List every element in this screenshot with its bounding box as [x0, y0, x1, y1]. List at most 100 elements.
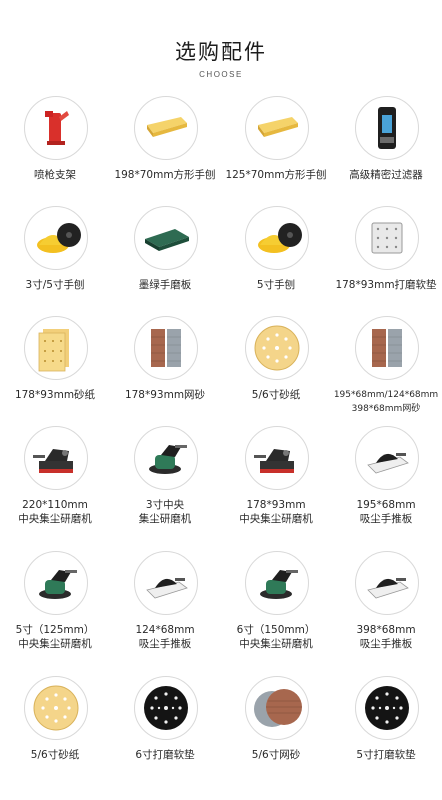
product-label: 178*93mm砂纸 — [0, 388, 116, 402]
product-thumbnail — [355, 676, 419, 740]
product-label-line: 178*93mm网砂 — [124, 389, 206, 401]
product-label-line: 398*68mm — [356, 624, 416, 636]
round-sanding-pad-icon — [365, 686, 409, 730]
product-thumbnail — [24, 316, 88, 380]
product-label: 3寸中央集尘研磨机 — [104, 498, 226, 526]
dust-hand-board-icon — [367, 453, 409, 474]
sanding-pad-icon — [371, 222, 403, 254]
mesh-sandpaper-icon — [151, 329, 181, 367]
product-thumbnail — [134, 206, 198, 270]
product-label-line: 178*93mm — [246, 499, 306, 511]
product-label: 墨绿手磨板 — [104, 278, 226, 292]
product-label: 125*70mm方形手刨 — [215, 168, 337, 182]
product-label-line: 吸尘手推板 — [138, 638, 192, 650]
product-thumbnail — [134, 316, 198, 380]
product-thumbnail — [24, 96, 88, 160]
product-label: 124*68mm 吸尘手推板 — [104, 623, 226, 651]
product-thumbnail — [134, 551, 198, 615]
product-thumbnail — [245, 96, 309, 160]
green-sanding-board-icon — [145, 229, 189, 251]
product-thumbnail — [245, 206, 309, 270]
product-label-line: 5/6寸砂纸 — [30, 749, 80, 761]
product-thumbnail — [355, 96, 419, 160]
product-thumbnail — [355, 551, 419, 615]
product-label-line: 3寸中央 — [145, 499, 185, 511]
round-hand-planer-icon — [37, 223, 81, 253]
product-thumbnail — [24, 676, 88, 740]
product-label: 195*68mm 吸尘手推板 — [325, 498, 442, 526]
product-label: 喷枪支架 — [0, 168, 116, 182]
product-label-line: 5/6寸网砂 — [251, 749, 301, 761]
round-sandpaper-icon — [33, 685, 79, 731]
accessory-grid: 喷枪支架 198*70mm方形手刨 125*70mm方形手刨 高级精密过滤器 3… — [0, 0, 442, 800]
product-label: 3寸/5寸手刨 — [0, 278, 116, 292]
product-label-line: 集尘研磨机 — [138, 513, 192, 525]
product-thumbnail — [24, 426, 88, 490]
round-mesh-sandpaper-icon — [254, 689, 302, 727]
orbital-sander-icon — [260, 570, 298, 599]
product-label: 178*93mm打磨软垫 — [325, 278, 442, 292]
product-label-line: 墨绿手磨板 — [138, 279, 192, 291]
product-label: 178*93mm网砂 — [104, 388, 226, 402]
product-label-line: 5寸（125mm） — [15, 624, 95, 636]
product-label: 195*68mm/124*68mm 398*68mm网砂 — [325, 388, 442, 416]
product-label-line: 喷枪支架 — [34, 169, 76, 181]
product-label-line: 398*68mm网砂 — [351, 404, 421, 414]
product-label-line: 5寸手刨 — [256, 279, 296, 291]
product-label-line: 中央集尘研磨机 — [239, 638, 313, 650]
sander-machine-icon — [254, 449, 294, 473]
orbital-sander-icon — [149, 445, 187, 474]
product-label-line: 3寸/5寸手刨 — [25, 279, 85, 291]
round-sandpaper-icon — [254, 325, 300, 371]
product-label-line: 吸尘手推板 — [359, 638, 413, 650]
rectangular-hand-planer-icon — [258, 117, 298, 137]
sander-machine-icon — [33, 449, 73, 473]
product-label: 6寸（150mm） 中央集尘研磨机 — [215, 623, 337, 651]
product-thumbnail — [24, 206, 88, 270]
round-sanding-pad-icon — [144, 686, 188, 730]
product-label-line: 195*68mm/124*68mm — [333, 390, 439, 400]
product-label: 220*110mm 中央集尘研磨机 — [0, 498, 116, 526]
product-label: 178*93mm 中央集尘研磨机 — [215, 498, 337, 526]
product-label-line: 220*110mm — [22, 499, 88, 511]
product-label: 198*70mm方形手刨 — [104, 168, 226, 182]
product-label-line: 中央集尘研磨机 — [18, 513, 92, 525]
product-thumbnail — [134, 676, 198, 740]
product-label-line: 中央集尘研磨机 — [18, 638, 92, 650]
dust-hand-board-icon — [367, 578, 409, 599]
product-label-line: 5寸打磨软垫 — [356, 749, 416, 761]
product-thumbnail — [134, 426, 198, 490]
product-thumbnail — [24, 551, 88, 615]
product-label-line: 中央集尘研磨机 — [239, 513, 313, 525]
spray-gun-holder-icon — [45, 111, 69, 145]
product-label: 5寸手刨 — [215, 278, 337, 292]
product-label-line: 195*68mm — [356, 499, 416, 511]
product-label-line: 178*93mm打磨软垫 — [335, 279, 437, 291]
product-label: 5/6寸砂纸 — [0, 748, 116, 762]
product-label-line: 198*70mm方形手刨 — [114, 169, 216, 181]
mesh-sandpaper-icon — [372, 329, 402, 367]
product-label: 高级精密过滤器 — [325, 168, 442, 182]
product-thumbnail — [245, 426, 309, 490]
product-thumbnail — [355, 316, 419, 380]
product-label-line: 6寸（150mm） — [236, 624, 316, 636]
product-label: 398*68mm 吸尘手推板 — [325, 623, 442, 651]
product-label-line: 124*68mm — [135, 624, 195, 636]
product-thumbnail — [355, 426, 419, 490]
precision-filter-icon — [378, 107, 396, 149]
product-thumbnail — [355, 206, 419, 270]
product-label: 5/6寸网砂 — [215, 748, 337, 762]
product-label: 5寸打磨软垫 — [325, 748, 442, 762]
product-label-line: 吸尘手推板 — [359, 513, 413, 525]
product-label-line: 125*70mm方形手刨 — [225, 169, 327, 181]
product-label-line: 6寸打磨软垫 — [135, 749, 195, 761]
product-label: 5/6寸砂纸 — [215, 388, 337, 402]
round-hand-planer-icon — [258, 223, 302, 253]
product-label-line: 5/6寸砂纸 — [251, 389, 301, 401]
product-thumbnail — [245, 676, 309, 740]
product-label-line: 178*93mm砂纸 — [14, 389, 96, 401]
dust-hand-board-icon — [146, 578, 188, 599]
product-label: 5寸（125mm） 中央集尘研磨机 — [0, 623, 116, 651]
product-thumbnail — [245, 316, 309, 380]
sandpaper-icon — [38, 329, 69, 372]
